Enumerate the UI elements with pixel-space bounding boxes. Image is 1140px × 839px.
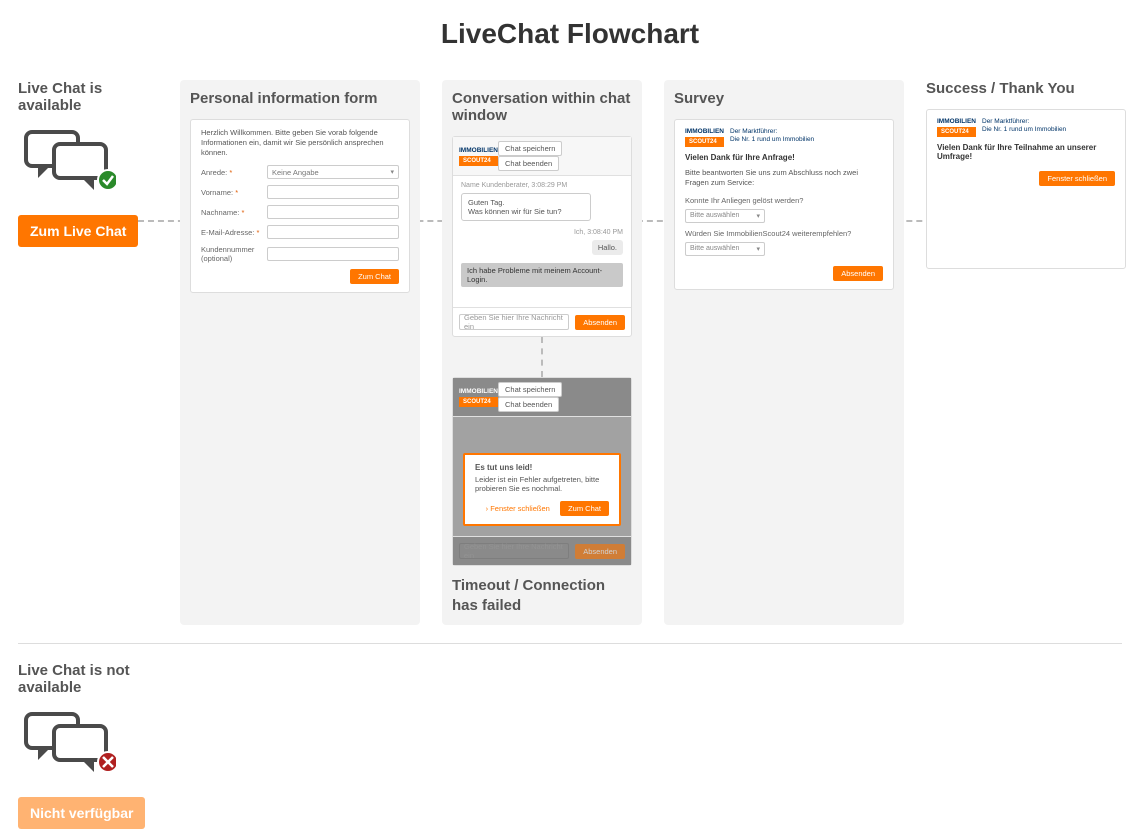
- brand-tag: SCOUT24: [459, 156, 498, 166]
- section-divider: [18, 643, 1122, 644]
- timeout-modal-title: Es tut uns leid!: [475, 463, 609, 472]
- stage-conversation-label: Conversation within chat window: [452, 90, 632, 124]
- chevron-down-icon: ▾: [390, 168, 394, 176]
- field-firstname-label: Vorname:: [201, 188, 261, 197]
- brand-tag: SCOUT24: [937, 127, 976, 137]
- form-mock: Herzlich Willkommen. Bitte geben Sie vor…: [190, 119, 410, 293]
- chat-save-button[interactable]: Chat speichern: [498, 382, 562, 397]
- page-title: LiveChat Flowchart: [18, 18, 1122, 50]
- field-customer-no-label: Kundennummer (optional): [201, 245, 261, 263]
- survey-question-1: Konnte Ihr Anliegen gelöst werden?: [685, 196, 883, 205]
- stage-survey: Survey IMMOBILIEN SCOUT24 Der Marktführe…: [664, 80, 904, 625]
- timeout-mock: IMMOBILIEN SCOUT24 Chat speichern Chat b…: [452, 377, 632, 566]
- agent-message-bubble: Guten Tag. Was können wir für Sie tun?: [461, 193, 591, 221]
- brand-name: IMMOBILIEN: [937, 118, 976, 125]
- flow-connector-vertical: [541, 337, 543, 377]
- stage-form-label: Personal information form: [190, 90, 410, 107]
- survey-submit-button[interactable]: Absenden: [833, 266, 883, 281]
- timeout-chat-header: IMMOBILIEN SCOUT24 Chat speichern Chat b…: [453, 378, 631, 417]
- stage-survey-label: Survey: [674, 90, 894, 107]
- chevron-down-icon: ▾: [756, 245, 760, 253]
- chat-send-button[interactable]: Absenden: [575, 315, 625, 330]
- form-submit-button[interactable]: Zum Chat: [350, 269, 399, 284]
- thanks-mock: IMMOBILIEN SCOUT24 Der Marktführer: Die …: [926, 109, 1126, 269]
- brand-logo: IMMOBILIEN SCOUT24: [937, 118, 976, 137]
- field-customer-no-input[interactable]: [267, 247, 399, 261]
- thanks-close-button[interactable]: Fenster schließen: [1039, 171, 1115, 186]
- brand-tag: SCOUT24: [459, 397, 498, 407]
- chat-end-button[interactable]: Chat beenden: [498, 156, 559, 171]
- survey-select-1-value: Bitte auswählen: [690, 212, 739, 219]
- stage-timeout-label: Timeout / Connection has failed: [452, 576, 632, 615]
- agent-line-2: Was können wir für Sie tun?: [468, 207, 584, 216]
- form-intro-text: Herzlich Willkommen. Bitte geben Sie vor…: [201, 128, 399, 157]
- stage-conversation: Conversation within chat window IMMOBILI…: [442, 80, 642, 625]
- timeout-close-link[interactable]: › Fenster schließen: [486, 504, 550, 513]
- chat-end-button[interactable]: Chat beenden: [498, 397, 559, 412]
- brand-logo: IMMOBILIEN SCOUT24: [685, 128, 724, 147]
- stage-available-label: Live Chat is available: [18, 80, 158, 114]
- brand-tagline-1: Der Marktführer:: [982, 118, 1066, 126]
- brand-tagline-2: Die Nr. 1 rund um Immobilien: [730, 136, 814, 144]
- field-salutation-label: Anrede:: [201, 168, 261, 177]
- thanks-title: Vielen Dank für Ihre Teilnahme an unsere…: [937, 143, 1115, 161]
- agent-line-1: Guten Tag.: [468, 198, 584, 207]
- brand-tagline-1: Der Marktführer:: [730, 128, 814, 136]
- field-lastname-label: Nachname:: [201, 208, 261, 217]
- timeout-modal-body: Leider ist ein Fehler aufgetreten, bitte…: [475, 475, 609, 493]
- suggestion-pill[interactable]: Ich habe Probleme mit meinem Account-Log…: [461, 263, 623, 287]
- chat-composer-input[interactable]: Geben Sie hier Ihre Nachricht ein: [459, 314, 569, 330]
- stage-thank-you: Success / Thank You IMMOBILIEN SCOUT24 D…: [926, 80, 1126, 625]
- stage-unavailable-label: Live Chat is not available: [18, 662, 158, 696]
- chat-unavailable-icon: [24, 712, 158, 779]
- chat-save-button[interactable]: Chat speichern: [498, 141, 562, 156]
- cta-live-chat-button[interactable]: Zum Live Chat: [18, 215, 138, 247]
- field-salutation-select[interactable]: Keine Angabe ▾: [267, 165, 399, 179]
- brand-name: IMMOBILIEN: [459, 388, 498, 395]
- timeout-retry-button[interactable]: Zum Chat: [560, 501, 609, 516]
- agent-meta: Name Kundenberater, 3:08:29 PM: [461, 182, 623, 189]
- survey-select-2[interactable]: Bitte auswählen ▾: [685, 242, 765, 256]
- brand-tag: SCOUT24: [685, 137, 724, 147]
- field-salutation-value: Keine Angabe: [272, 168, 319, 177]
- brand-name: IMMOBILIEN: [459, 147, 498, 154]
- survey-mock: IMMOBILIEN SCOUT24 Der Marktführer: Die …: [674, 119, 894, 290]
- stage-available: Live Chat is available Zum Live Chat: [18, 80, 158, 625]
- brand-name: IMMOBILIEN: [685, 128, 724, 135]
- survey-question-2: Würden Sie ImmobilienScout24 weiterempfe…: [685, 229, 883, 238]
- user-meta: Ich, 3:08:40 PM: [461, 229, 623, 236]
- survey-select-2-value: Bitte auswählen: [690, 245, 739, 252]
- cta-unavailable-button: Nicht verfügbar: [18, 797, 145, 829]
- field-lastname-input[interactable]: [267, 205, 399, 219]
- chat-available-icon: [24, 130, 158, 197]
- survey-select-1[interactable]: Bitte auswählen ▾: [685, 209, 765, 223]
- survey-subtitle: Bitte beantworten Sie uns zum Abschluss …: [685, 168, 883, 188]
- brand-logo: IMMOBILIEN SCOUT24: [459, 147, 498, 166]
- timeout-modal: Es tut uns leid! Leider ist ein Fehler a…: [463, 453, 621, 526]
- chevron-down-icon: ▾: [756, 212, 760, 220]
- timeout-composer-input: Geben Sie hier Ihre Nachricht ein: [459, 543, 569, 559]
- field-email-label: E-Mail-Adresse:: [201, 228, 261, 237]
- brand-tagline-2: Die Nr. 1 rund um Immobilien: [982, 126, 1066, 134]
- chat-mock: IMMOBILIEN SCOUT24 Chat speichern Chat b…: [452, 136, 632, 337]
- field-firstname-input[interactable]: [267, 185, 399, 199]
- flow-row-unavailable: Live Chat is not available Nicht verfügb…: [18, 662, 1122, 829]
- flow-row-available: Live Chat is available Zum Live Chat Per…: [18, 80, 1122, 625]
- chat-header: IMMOBILIEN SCOUT24 Chat speichern Chat b…: [453, 137, 631, 176]
- survey-title: Vielen Dank für Ihre Anfrage!: [685, 153, 883, 162]
- user-message-bubble: Hallo.: [592, 240, 623, 255]
- timeout-send-button: Absenden: [575, 544, 625, 559]
- stage-unavailable: Live Chat is not available Nicht verfügb…: [18, 662, 158, 829]
- field-email-input[interactable]: [267, 225, 399, 239]
- stage-thanks-label: Success / Thank You: [926, 80, 1126, 97]
- stage-form: Personal information form Herzlich Willk…: [180, 80, 420, 625]
